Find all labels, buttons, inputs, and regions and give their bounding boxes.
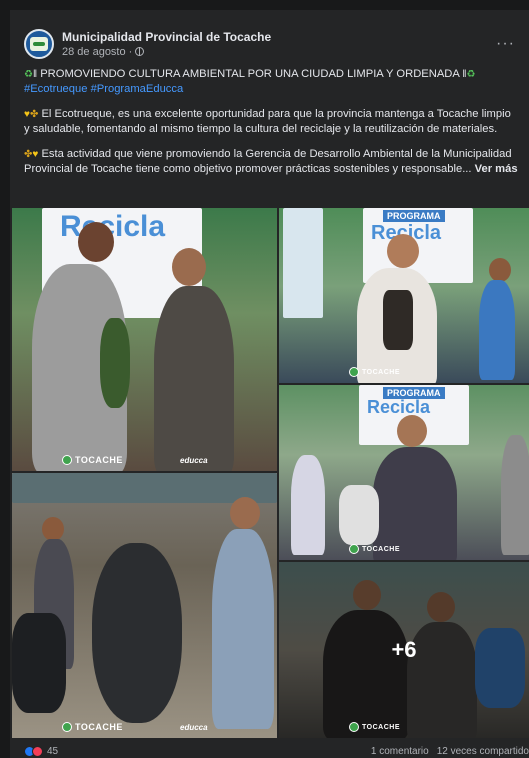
- plant-icon: ✤: [24, 148, 33, 160]
- post-paragraph-2: ✤♥ Esta actividad que viene promoviendo …: [24, 147, 519, 178]
- gallery-photo-5[interactable]: +6 TOCACHE: [279, 562, 529, 738]
- hashtag-ecotrueque[interactable]: #Ecotrueque: [24, 83, 87, 95]
- post-paragraph-1: ♥✤ El Ecotrueque, es una excelente oport…: [24, 107, 519, 138]
- page-name-link[interactable]: Municipalidad Provincial de Tocache: [62, 30, 271, 45]
- post-text: ♻‖ PROMOVIENDO CULTURA AMBIENTAL POR UNA…: [24, 67, 519, 186]
- footer-stats: 1 comentario 12 veces compartido: [371, 746, 529, 757]
- hashtag-programaeducca[interactable]: #ProgramaEducca: [91, 83, 184, 95]
- post-footer: 45 1 comentario 12 veces compartido: [24, 745, 529, 758]
- recycle-icon: ♻: [466, 69, 476, 80]
- gallery-photo-1[interactable]: Recicla TOCACHE educca: [12, 208, 277, 471]
- love-icon: [32, 746, 43, 757]
- gallery-photo-2[interactable]: PROGRAMA Recicla TOCACHE: [279, 208, 529, 383]
- recycle-icon: ♻: [24, 69, 33, 80]
- shares-count[interactable]: 12 veces compartido: [437, 746, 529, 757]
- banner-word: Recicla: [367, 397, 431, 417]
- globe-icon: [135, 47, 145, 56]
- more-photos-count: +6: [391, 637, 417, 662]
- more-photos-overlay[interactable]: +6: [279, 562, 529, 738]
- gallery-photo-3[interactable]: PROGRAMA Recicla TOCACHE: [279, 385, 529, 560]
- avatar[interactable]: [24, 29, 54, 59]
- reactions-count[interactable]: 45: [47, 746, 58, 757]
- post-meta: Municipalidad Provincial de Tocache 28 d…: [62, 30, 271, 59]
- post-card: Municipalidad Provincial de Tocache 28 d…: [10, 10, 529, 758]
- gallery-photo-4[interactable]: TOCACHE educca: [12, 473, 277, 738]
- pause-icon: ‖: [32, 69, 38, 80]
- post-title-line: PROMOVIENDO CULTURA AMBIENTAL POR UNA CI…: [40, 68, 460, 80]
- photo-watermark: TOCACHE: [349, 722, 400, 732]
- separator: ·: [128, 45, 133, 58]
- see-more-link[interactable]: Ver más: [475, 163, 518, 175]
- photo-watermark-educca: educca: [180, 723, 208, 732]
- program-label: PROGRAMA: [383, 210, 445, 222]
- municipality-logo-icon: [30, 37, 48, 51]
- photo-watermark: TOCACHE: [349, 544, 400, 554]
- post-paragraph-title: ♻‖ PROMOVIENDO CULTURA AMBIENTAL POR UNA…: [24, 67, 519, 98]
- photo-watermark: TOCACHE: [349, 367, 400, 377]
- paragraph-1-text: El Ecotrueque, es una excelente oportuni…: [24, 107, 511, 136]
- plant-icon: ✤: [29, 108, 39, 120]
- photo-watermark-educca: educca: [180, 456, 208, 465]
- paragraph-2-text: Esta actividad que viene promoviendo la …: [24, 147, 512, 176]
- more-options-button[interactable]: ···: [492, 36, 519, 52]
- leaf-icon: ♥: [32, 148, 39, 160]
- post-date-link[interactable]: 28 de agosto: [62, 45, 126, 59]
- photo-watermark: TOCACHE: [62, 722, 123, 732]
- photo-watermark: TOCACHE: [62, 455, 123, 465]
- post-info: 28 de agosto ·: [62, 45, 271, 59]
- comments-count[interactable]: 1 comentario: [371, 746, 429, 757]
- photo-gallery: Recicla TOCACHE educca PROGRAMA Recicla …: [10, 208, 529, 738]
- post-header: Municipalidad Provincial de Tocache 28 d…: [24, 24, 519, 64]
